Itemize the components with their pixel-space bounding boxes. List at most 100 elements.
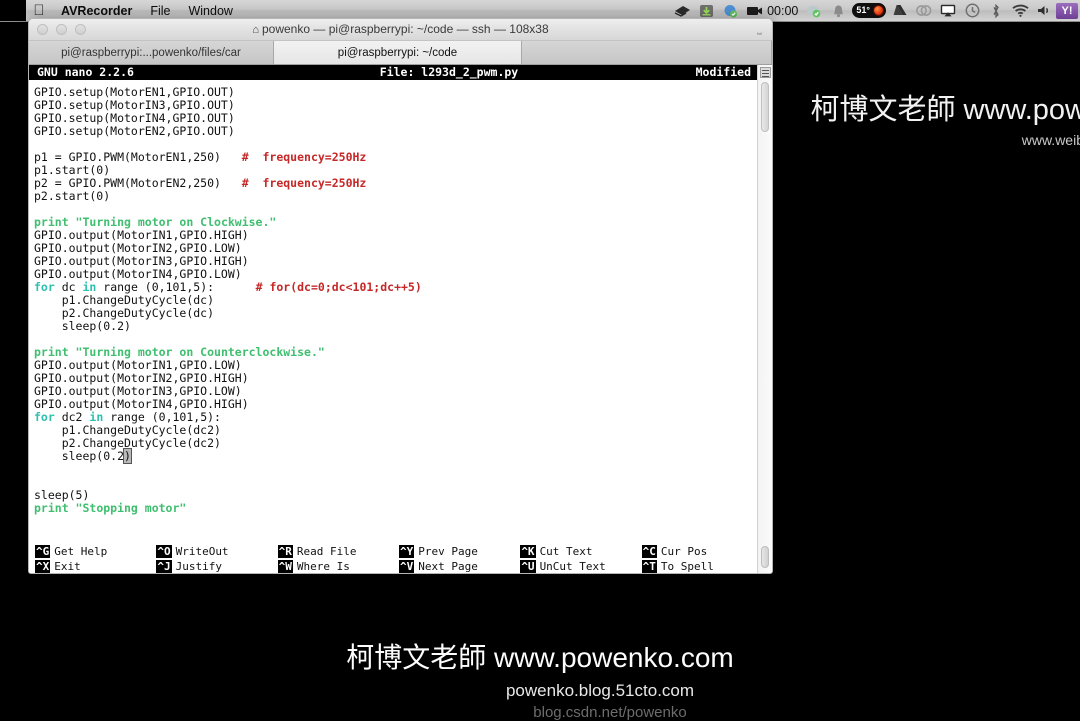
code-span: sleep(5) — [34, 488, 90, 502]
terminal-window[interactable]: ⌂ powenko — pi@raspberrypi: ~/code — ssh … — [28, 18, 773, 574]
scrollbar-top-button[interactable] — [760, 67, 771, 78]
code-span: GPIO.output(MotorIN4,GPIO.LOW) — [34, 267, 242, 281]
terminal-tabbar: pi@raspberrypi:...powenko/files/car pi@r… — [29, 41, 772, 65]
nano-header-bar: GNU nano 2.2.6 File: l293d_2_pwm.py Modi… — [29, 65, 757, 80]
code-line: p2.ChangeDutyCycle(dc) — [34, 307, 757, 320]
code-span: GPIO.setup(MotorIN3,GPIO.OUT) — [34, 98, 235, 112]
shortcut-key: ^X — [35, 560, 51, 573]
shortcut-writeout[interactable]: ^O WriteOut — [156, 544, 271, 559]
code-span: GPIO.output(MotorIN2,GPIO.HIGH) — [34, 371, 249, 385]
shortcut-next-page[interactable]: ^V Next Page — [398, 559, 514, 573]
wifi-icon[interactable] — [1008, 0, 1032, 22]
shortcut-key: ^K — [520, 545, 536, 558]
shortcut-label: Get Help — [54, 545, 108, 558]
watermark-top-right: 柯博文老師 www.pow www.weib — [810, 86, 1080, 148]
shortcut-to-spell[interactable]: ^T To Spell — [641, 559, 757, 573]
weather-chip[interactable]: 51° — [852, 3, 886, 18]
shortcut-where-is[interactable]: ^W Where Is — [277, 559, 393, 573]
shortcut-label: Where Is — [296, 560, 350, 573]
code-span: GPIO.output(MotorIN4,GPIO.HIGH) — [34, 397, 249, 411]
code-line: p2 = GPIO.PWM(MotorEN2,250) # frequency=… — [34, 177, 757, 190]
code-span: for — [34, 280, 62, 294]
shortcut-key: ^C — [641, 545, 657, 558]
code-span: GPIO.setup(MotorEN2,GPIO.OUT) — [34, 124, 235, 138]
code-span: GPIO.output(MotorIN3,GPIO.HIGH) — [34, 254, 249, 268]
code-span: "Turning motor on Clockwise." — [75, 215, 277, 229]
nano-code-content[interactable]: GPIO.setup(MotorEN1,GPIO.OUT) GPIO.setup(… — [29, 80, 757, 515]
menubar-left-pad — [0, 0, 26, 21]
zoom-button[interactable] — [75, 24, 86, 35]
scrollbar-thumb[interactable] — [761, 82, 769, 132]
shortcut-justify[interactable]: ^J Justify — [156, 559, 271, 573]
home-icon: ⌂ — [252, 24, 259, 36]
code-span: GPIO.output(MotorIN1,GPIO.HIGH) — [34, 228, 249, 242]
code-span: p1.ChangeDutyCycle(dc2) — [34, 423, 221, 437]
code-span: GPIO.output(MotorIN3,GPIO.LOW) — [34, 384, 242, 398]
code-span: print — [34, 215, 76, 229]
google-drive-icon[interactable] — [888, 0, 912, 22]
shortcut-label: Cut Text — [539, 545, 593, 558]
weather-temperature: 51° — [856, 5, 870, 15]
yahoo-icon[interactable]: Y! — [1056, 2, 1078, 19]
watermark-bottom-line1: 柯博文老師 www.powenko.com — [346, 642, 734, 673]
shortcut-label: Exit — [54, 560, 81, 573]
shortcut-cut-text[interactable]: ^K Cut Text — [520, 544, 635, 559]
text-cursor: ) — [123, 448, 132, 464]
shortcut-get-help[interactable]: ^G Get Help — [35, 544, 150, 559]
code-span: # for(dc=0;dc<101;dc++5) — [255, 280, 422, 294]
window-traffic-lights — [29, 24, 86, 35]
shortcut-read-file[interactable]: ^R Read File — [277, 544, 393, 559]
time-machine-icon[interactable] — [960, 0, 984, 22]
shortcut-key: ^U — [520, 560, 536, 573]
shortcut-key: ^G — [35, 545, 51, 558]
code-span: print — [34, 345, 76, 359]
code-span: p1.start(0) — [34, 163, 111, 177]
tab-code[interactable]: pi@raspberrypi: ~/code — [274, 41, 522, 64]
code-span: p2.ChangeDutyCycle(dc) — [34, 306, 215, 320]
cloud-check-icon[interactable] — [802, 0, 826, 22]
shortcut-label: WriteOut — [175, 545, 229, 558]
code-span: # frequency=250Hz — [241, 176, 367, 190]
code-span: for — [34, 410, 62, 424]
code-span: sleep(0.2 — [34, 449, 125, 463]
shortcut-column: ^R Read File ^W Where Is — [272, 544, 393, 573]
code-span: dc — [61, 280, 83, 294]
shortcut-label: Read File — [296, 545, 357, 558]
code-span: p2.ChangeDutyCycle(dc2) — [34, 436, 221, 450]
code-span: in — [89, 410, 111, 424]
tab-car-files[interactable]: pi@raspberrypi:...powenko/files/car — [29, 41, 274, 64]
watermark-bottom: 柯博文老師 www.powenko.com powenko.blog.51cto… — [0, 636, 1080, 721]
close-button[interactable] — [37, 24, 48, 35]
nano-editor-screen[interactable]: GNU nano 2.2.6 File: l293d_2_pwm.py Modi… — [29, 65, 757, 573]
code-span: p1.ChangeDutyCycle(dc) — [34, 293, 215, 307]
shortcut-column: ^G Get Help ^X Exit — [29, 544, 150, 573]
code-line: GPIO.setup(MotorEN2,GPIO.OUT) — [34, 125, 757, 138]
terminal-body: GNU nano 2.2.6 File: l293d_2_pwm.py Modi… — [29, 65, 772, 573]
shortcut-prev-page[interactable]: ^Y Prev Page — [398, 544, 514, 559]
code-span: sleep(0.2) — [34, 319, 131, 333]
code-line: sleep(0.2) — [34, 448, 757, 464]
tab-empty-area[interactable] — [522, 41, 772, 64]
shortcut-exit[interactable]: ^X Exit — [35, 559, 150, 573]
scrollbar-bottom-thumb[interactable] — [761, 546, 769, 568]
shortcut-column: ^K Cut Text ^U UnCut Text — [514, 544, 635, 573]
code-span: GPIO.setup(MotorEN1,GPIO.OUT) — [34, 85, 235, 99]
creative-cloud-icon[interactable] — [912, 0, 936, 22]
volume-icon[interactable] — [1032, 0, 1056, 22]
minimize-button[interactable] — [56, 24, 67, 35]
airplay-icon[interactable] — [936, 0, 960, 22]
bluetooth-icon[interactable] — [984, 0, 1008, 22]
code-span: "Turning motor on Counterclockwise." — [75, 345, 325, 359]
code-span: "Stopping motor" — [75, 501, 187, 515]
bell-icon[interactable] — [826, 0, 850, 22]
terminal-scrollbar[interactable] — [757, 65, 772, 573]
shortcut-cur-pos[interactable]: ^C Cur Pos — [641, 544, 757, 559]
watermark-bottom-line3: blog.csdn.net/powenko — [533, 704, 687, 721]
window-titlebar[interactable]: ⌂ powenko — pi@raspberrypi: ~/code — ssh … — [29, 19, 772, 41]
shortcut-uncut-text[interactable]: ^U UnCut Text — [520, 559, 635, 573]
code-span: p2 = GPIO.PWM(MotorEN2,250) — [34, 176, 242, 190]
shortcut-label: Justify — [175, 560, 222, 573]
code-span: GPIO.output(MotorIN1,GPIO.LOW) — [34, 358, 242, 372]
fullscreen-icon[interactable]: ⎵ — [753, 23, 766, 36]
